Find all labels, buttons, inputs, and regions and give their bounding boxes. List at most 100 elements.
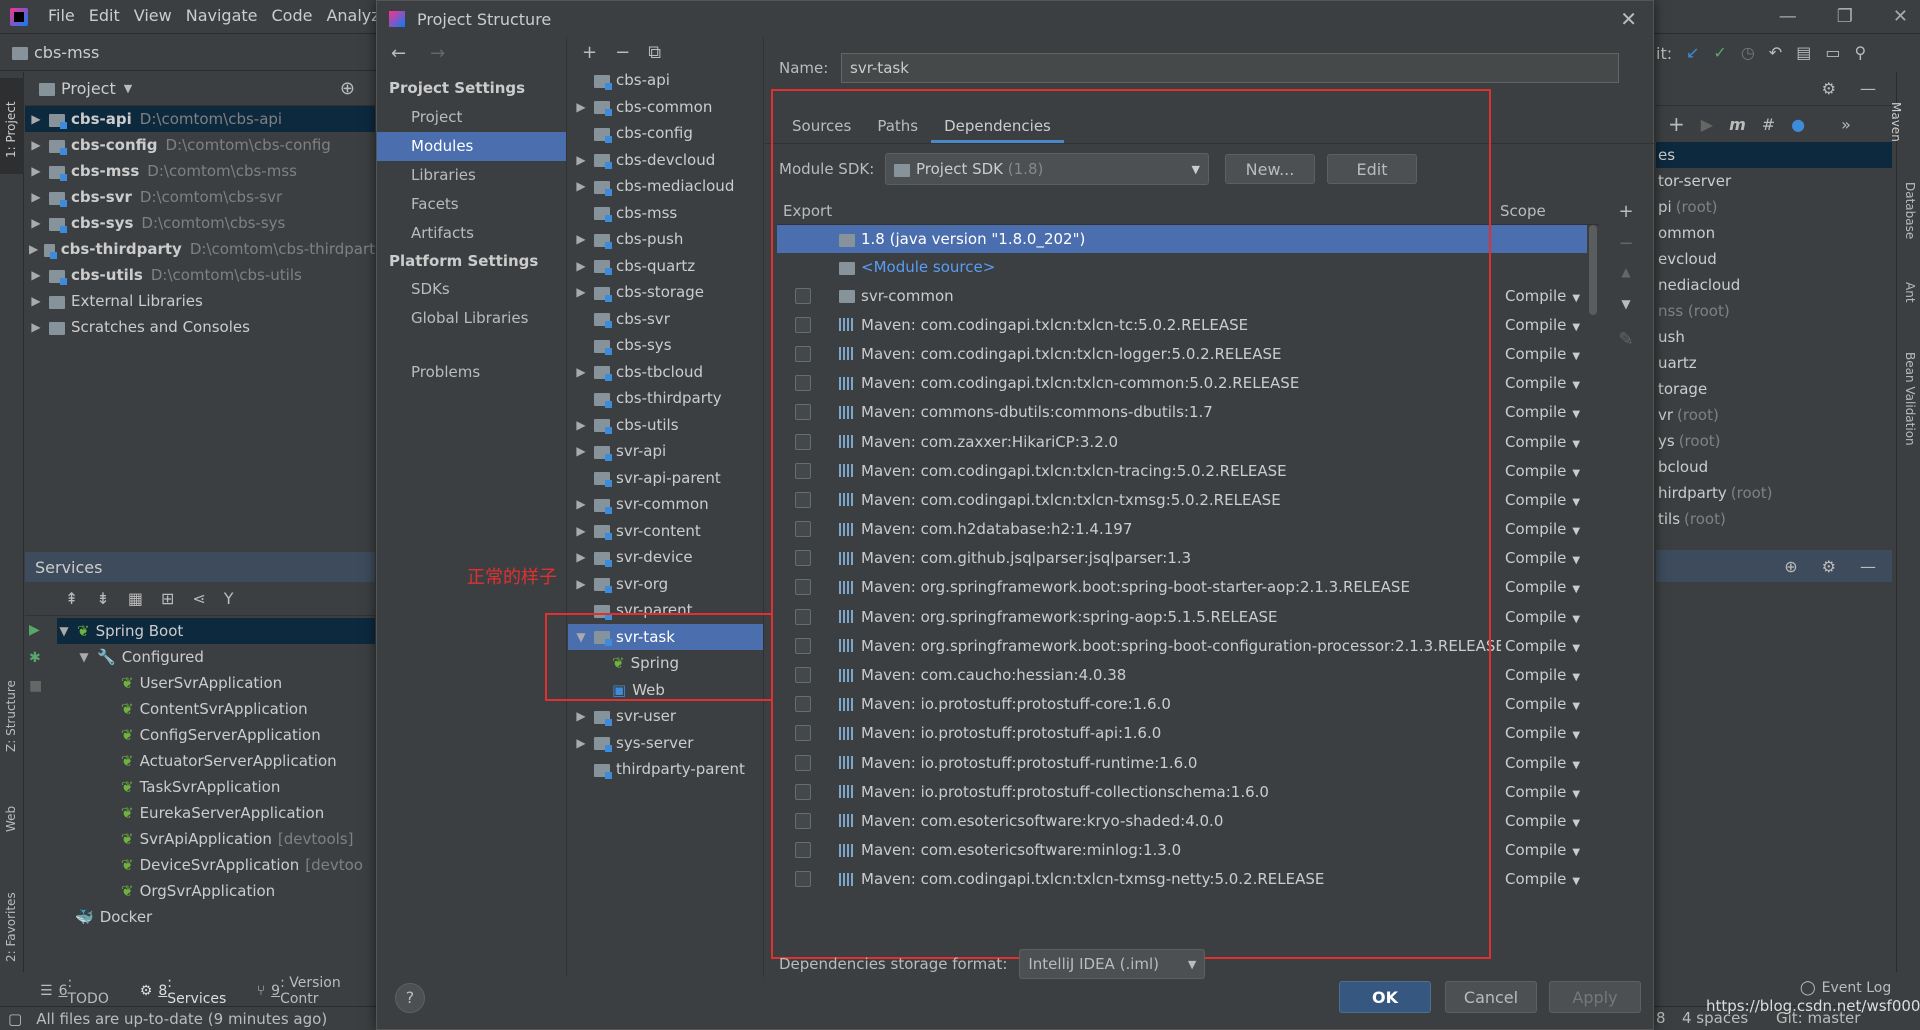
minimize-panel-icon[interactable]: — xyxy=(1860,557,1876,576)
status-line[interactable]: 8 xyxy=(1656,1009,1666,1027)
bottom-tab[interactable]: ☰ 6: TODO xyxy=(40,975,116,1007)
module-item[interactable]: ▶ svr-device xyxy=(568,544,763,571)
add-module-icon[interactable]: + xyxy=(582,42,597,63)
chevron-right-icon[interactable]: ▶ xyxy=(574,232,588,246)
chevron-right-icon[interactable]: ▶ xyxy=(574,736,588,750)
module-item[interactable]: ▶ cbs-devcloud xyxy=(568,147,763,174)
chevron-right-icon[interactable]: ▶ xyxy=(574,444,588,458)
settings-icon[interactable]: ⚙ xyxy=(1822,557,1836,576)
scope-select[interactable]: Compile ▼ xyxy=(1505,345,1580,363)
project-tree-item[interactable]: ▶ cbs-api D:\comtom\cbs-api xyxy=(25,106,375,132)
scope-select[interactable]: Compile ▼ xyxy=(1505,812,1580,830)
scope-select[interactable]: Compile ▼ xyxy=(1505,549,1580,567)
chevron-right-icon[interactable]: ▶ xyxy=(29,294,43,308)
module-item[interactable]: cbs-mss xyxy=(568,200,763,227)
chevron-right-icon[interactable]: ▶ xyxy=(574,577,588,591)
chevron-right-icon[interactable]: ▶ xyxy=(574,153,588,167)
scope-select[interactable]: Compile ▼ xyxy=(1505,870,1580,888)
maven-tree-item[interactable]: nss (root) xyxy=(1656,298,1892,324)
table-scrollbar[interactable] xyxy=(1589,225,1597,315)
spring-boot-node[interactable]: ▼ ❦ Spring Boot xyxy=(57,618,375,644)
maven-tree-item[interactable]: tils (root) xyxy=(1656,506,1892,532)
service-app-item[interactable]: ❦ EurekaServerApplication xyxy=(57,800,375,826)
layout-icon[interactable]: ▭ xyxy=(1825,43,1840,62)
chevron-right-icon[interactable]: ▶ xyxy=(574,100,588,114)
chevron-right-icon[interactable]: ▶ xyxy=(29,164,43,178)
tool-structure[interactable]: Z: Structure xyxy=(0,672,24,762)
help-button[interactable]: ? xyxy=(395,983,425,1013)
chevron-right-icon[interactable]: ▶ xyxy=(574,497,588,511)
run-maven-icon[interactable]: ▶ xyxy=(1701,115,1713,134)
collapse-all-icon[interactable]: ⇟ xyxy=(96,589,109,608)
project-tree-item[interactable]: ▶ cbs-mss D:\comtom\cbs-mss xyxy=(25,158,375,184)
expand-all-icon[interactable]: ⇞ xyxy=(65,589,78,608)
module-item[interactable]: ▶ svr-common xyxy=(568,491,763,518)
scope-select[interactable]: Compile ▼ xyxy=(1505,316,1580,334)
chevron-right-icon[interactable]: ▶ xyxy=(574,259,588,273)
breadcrumb[interactable]: cbs-mss xyxy=(34,43,99,62)
maven-tree-item[interactable]: bcloud xyxy=(1656,454,1892,480)
scope-select[interactable]: Compile ▼ xyxy=(1505,403,1580,421)
target-icon[interactable]: ⊕ xyxy=(340,78,355,99)
name-field[interactable]: svr-task xyxy=(841,53,1619,83)
module-item[interactable]: ▶ svr-content xyxy=(568,518,763,545)
group-icon[interactable]: ▦ xyxy=(128,589,143,608)
menu-code[interactable]: Code xyxy=(272,6,313,25)
maven-tree-item[interactable]: pi (root) xyxy=(1656,194,1892,220)
remove-module-icon[interactable]: − xyxy=(615,42,630,63)
tool-web[interactable]: Web xyxy=(0,792,24,852)
stop-icon[interactable]: ■ xyxy=(29,678,51,694)
project-structure-icon[interactable]: ▤ xyxy=(1796,43,1811,62)
skip-tests-icon[interactable]: ● xyxy=(1791,115,1805,134)
scope-select[interactable]: Compile ▼ xyxy=(1505,754,1580,772)
scope-select[interactable]: Compile ▼ xyxy=(1505,287,1580,305)
scope-select[interactable]: Compile ▼ xyxy=(1505,491,1580,509)
scope-select[interactable]: Compile ▼ xyxy=(1505,433,1580,451)
more-icon[interactable]: » xyxy=(1841,115,1851,134)
nav-sdks[interactable]: SDKs xyxy=(377,275,566,304)
chevron-right-icon[interactable]: ▶ xyxy=(574,709,588,723)
tool-favorites[interactable]: 2: Favorites xyxy=(0,872,24,962)
back-icon[interactable]: ← xyxy=(391,43,406,64)
module-item[interactable]: ▶ svr-org xyxy=(568,571,763,598)
add-dependency-icon[interactable]: + xyxy=(1611,201,1641,233)
nav-artifacts[interactable]: Artifacts xyxy=(377,219,566,248)
project-tree-item[interactable]: ▶ Scratches and Consoles xyxy=(25,314,375,340)
chevron-down-icon[interactable]: ▼ xyxy=(57,624,71,638)
nav-modules[interactable]: Modules xyxy=(377,132,566,161)
move-down-icon[interactable]: ▼ xyxy=(1611,297,1641,329)
chevron-right-icon[interactable]: ▶ xyxy=(29,112,43,126)
maven-tree-item[interactable]: evcloud xyxy=(1656,246,1892,272)
tool-maven[interactable]: Maven xyxy=(1889,102,1903,142)
vcs-update-icon[interactable]: ↙ xyxy=(1686,43,1699,62)
scope-select[interactable]: Compile ▼ xyxy=(1505,578,1580,596)
revert-icon[interactable]: ↶ xyxy=(1769,43,1782,62)
event-log[interactable]: ◯ Event Log xyxy=(1800,980,1891,996)
service-app-item[interactable]: ❦ ConfigServerApplication xyxy=(57,722,375,748)
hide-icon[interactable]: — xyxy=(1860,79,1876,98)
chevron-down-icon[interactable]: ▼ xyxy=(77,650,91,664)
module-item[interactable]: ▶ svr-user xyxy=(568,703,763,730)
project-tree-item[interactable]: ▶ cbs-svr D:\comtom\cbs-svr xyxy=(25,184,375,210)
scope-select[interactable]: Compile ▼ xyxy=(1505,520,1580,538)
chevron-right-icon[interactable]: ▶ xyxy=(574,418,588,432)
scope-select[interactable]: Compile ▼ xyxy=(1505,783,1580,801)
bottom-tab[interactable]: ⑂ 9: Version Contr xyxy=(257,975,380,1007)
chevron-right-icon[interactable]: ▶ xyxy=(29,242,38,256)
module-item[interactable]: ▶ cbs-push xyxy=(568,226,763,253)
col-scope[interactable]: Scope xyxy=(1489,201,1546,220)
restore-icon[interactable]: ❐ xyxy=(1837,6,1853,27)
filter-icon[interactable]: Y xyxy=(224,589,234,608)
module-item[interactable]: ▶ cbs-tbcloud xyxy=(568,359,763,386)
toggle-offline-icon[interactable]: # xyxy=(1762,115,1775,134)
move-up-icon[interactable]: ▲ xyxy=(1611,265,1641,297)
tool-ant[interactable]: Ant xyxy=(1903,282,1917,303)
tool-bean-validation[interactable]: Bean Validation xyxy=(1903,352,1917,446)
maven-tree-item[interactable]: vr (root) xyxy=(1656,402,1892,428)
menu-file[interactable]: File xyxy=(48,6,75,25)
close-icon[interactable]: ✕ xyxy=(1893,6,1908,27)
module-item[interactable]: thirdparty-parent xyxy=(568,756,763,783)
service-app-item[interactable]: ❦ SvrApiApplication [devtools] xyxy=(57,826,375,852)
storage-format-select[interactable]: IntelliJ IDEA (.iml) ▼ xyxy=(1019,949,1206,979)
chevron-right-icon[interactable]: ▶ xyxy=(29,190,43,204)
